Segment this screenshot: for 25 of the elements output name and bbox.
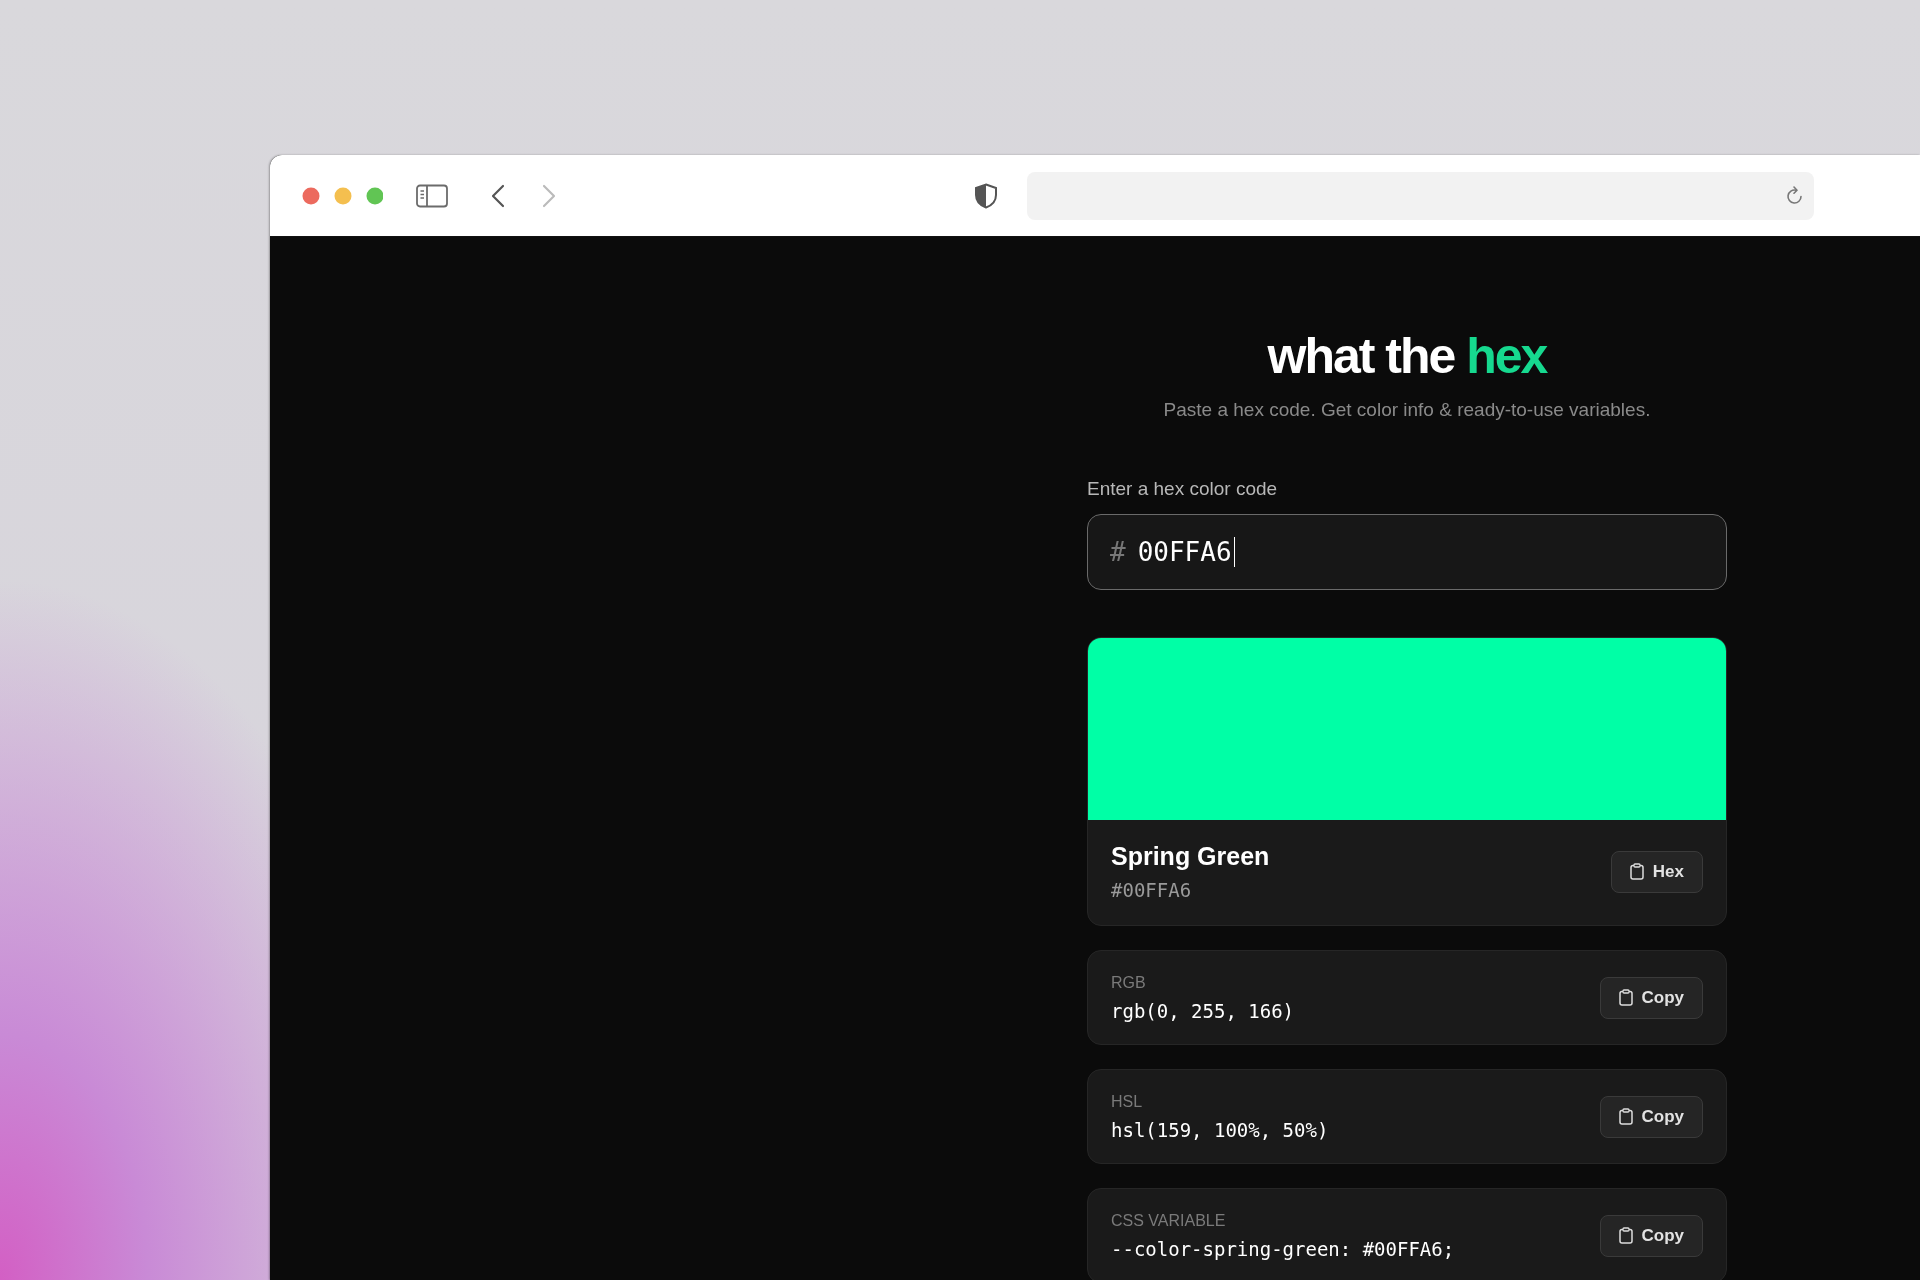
format-label: HSL xyxy=(1111,1092,1144,1111)
copy-button[interactable]: Copy xyxy=(1599,1095,1703,1138)
app-title: what the hex xyxy=(1267,327,1547,386)
format-value: rgb(0, 255, 166) xyxy=(1111,999,1295,1022)
back-icon[interactable] xyxy=(491,183,505,208)
format-value: hsl(159, 100%, 50%) xyxy=(1111,1118,1329,1141)
color-hex: #00FFA6 xyxy=(1111,879,1193,901)
copy-button[interactable]: Copy xyxy=(1599,976,1703,1019)
reload-icon[interactable] xyxy=(1786,185,1804,206)
clipboard-icon xyxy=(1618,989,1633,1006)
hex-input-field[interactable]: # 00FFA6 xyxy=(1087,514,1727,590)
copy-button[interactable]: Copy xyxy=(1599,1214,1703,1257)
window-controls-icon[interactable] xyxy=(302,186,383,205)
clipboard-icon xyxy=(1629,863,1644,880)
sidebar-icon[interactable] xyxy=(416,183,448,208)
format-value: --color-spring-green: #00FFA6; xyxy=(1111,1237,1455,1260)
color-name: Spring Green xyxy=(1111,842,1270,871)
app-subtitle: Paste a hex code. Get color info & ready-to-use variables. xyxy=(1163,399,1651,421)
shield-icon[interactable] xyxy=(974,182,998,209)
clipboard-icon xyxy=(1618,1108,1633,1125)
format-label: CSS VARIABLE xyxy=(1111,1211,1227,1230)
clipboard-icon xyxy=(1618,1227,1633,1244)
format-label: RGB xyxy=(1111,973,1147,992)
input-label: Enter a hex color code xyxy=(1087,478,1278,500)
copy-hex-button[interactable]: Hex xyxy=(1610,850,1703,893)
